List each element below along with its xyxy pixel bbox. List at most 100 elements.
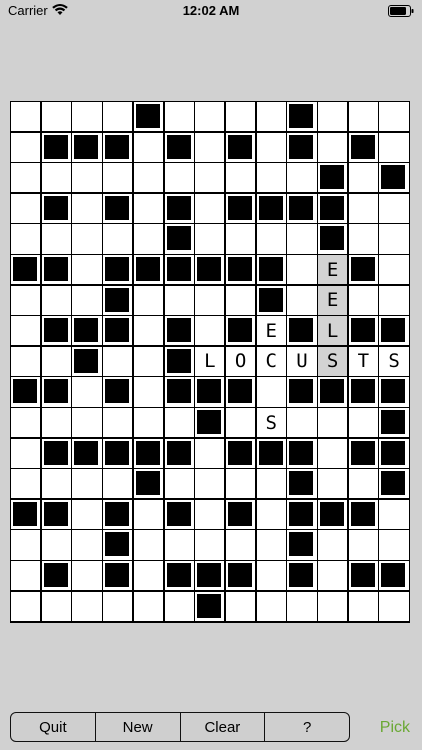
grid-cell-empty[interactable]	[348, 530, 378, 560]
grid-cell-empty[interactable]	[318, 102, 348, 132]
grid-cell-letter[interactable]: L	[195, 346, 225, 376]
grid-cell-empty[interactable]	[72, 163, 102, 193]
grid-cell-empty[interactable]	[41, 163, 71, 193]
grid-cell-empty[interactable]	[164, 469, 194, 499]
grid-cell-empty[interactable]	[72, 530, 102, 560]
grid-cell-empty[interactable]	[379, 132, 409, 162]
grid-cell-empty[interactable]	[256, 530, 286, 560]
grid-cell-empty[interactable]	[11, 438, 41, 468]
grid-cell-empty[interactable]	[41, 469, 71, 499]
grid-cell-empty[interactable]	[225, 408, 256, 438]
grid-cell-empty[interactable]	[195, 224, 225, 254]
grid-cell-empty[interactable]	[133, 346, 164, 376]
grid-cell-empty[interactable]	[133, 499, 164, 529]
grid-cell-empty[interactable]	[11, 102, 41, 132]
grid-cell-empty[interactable]	[11, 346, 41, 376]
help-button[interactable]: ?	[265, 713, 349, 741]
grid-cell-letter[interactable]: S	[379, 346, 409, 376]
grid-cell-empty[interactable]	[103, 224, 133, 254]
grid-cell-empty[interactable]	[72, 377, 102, 407]
grid-cell-empty[interactable]	[41, 408, 71, 438]
grid-cell-empty[interactable]	[256, 132, 286, 162]
grid-cell-empty[interactable]	[133, 377, 164, 407]
grid-cell-empty[interactable]	[348, 469, 378, 499]
grid-cell-empty[interactable]	[11, 193, 41, 223]
grid-cell-empty[interactable]	[379, 224, 409, 254]
grid-cell-empty[interactable]	[348, 408, 378, 438]
grid-cell-empty[interactable]	[11, 316, 41, 346]
grid-cell-empty[interactable]	[41, 102, 71, 132]
grid-cell-empty[interactable]	[164, 591, 194, 621]
grid-cell-empty[interactable]	[195, 469, 225, 499]
grid-cell-empty[interactable]	[11, 163, 41, 193]
grid-cell-empty[interactable]	[318, 530, 348, 560]
grid-cell-empty[interactable]	[103, 346, 133, 376]
grid-cell-empty[interactable]	[41, 346, 71, 376]
grid-cell-empty[interactable]	[318, 469, 348, 499]
grid-cell-empty[interactable]	[41, 285, 71, 315]
grid-cell-empty[interactable]	[11, 561, 41, 591]
grid-cell-empty[interactable]	[133, 224, 164, 254]
grid-cell-empty[interactable]	[318, 561, 348, 591]
grid-cell-empty[interactable]	[195, 102, 225, 132]
grid-cell-empty[interactable]	[133, 530, 164, 560]
grid-cell-empty[interactable]	[103, 469, 133, 499]
grid-cell-letter[interactable]: O	[225, 346, 256, 376]
grid-cell-empty[interactable]	[164, 530, 194, 560]
grid-cell-empty[interactable]	[195, 316, 225, 346]
grid-cell-empty[interactable]	[348, 102, 378, 132]
grid-cell-empty[interactable]	[225, 469, 256, 499]
grid-cell-empty[interactable]	[225, 102, 256, 132]
grid-cell-empty[interactable]	[41, 530, 71, 560]
grid-cell-empty[interactable]	[11, 591, 41, 621]
grid-cell-empty[interactable]	[195, 530, 225, 560]
grid-cell-empty[interactable]	[164, 285, 194, 315]
grid-cell-letter[interactable]: S	[318, 346, 348, 376]
grid-cell-empty[interactable]	[318, 438, 348, 468]
grid-cell-letter[interactable]: E	[318, 285, 348, 315]
grid-cell-empty[interactable]	[318, 132, 348, 162]
grid-cell-letter[interactable]: E	[318, 255, 348, 285]
grid-cell-empty[interactable]	[379, 591, 409, 621]
grid-cell-empty[interactable]	[72, 561, 102, 591]
grid-cell-empty[interactable]	[318, 408, 348, 438]
grid-cell-empty[interactable]	[256, 469, 286, 499]
grid-cell-empty[interactable]	[164, 163, 194, 193]
grid-cell-empty[interactable]	[318, 591, 348, 621]
grid-cell-empty[interactable]	[287, 224, 317, 254]
pick-button[interactable]: Pick	[380, 719, 410, 737]
grid-cell-letter[interactable]: U	[287, 346, 317, 376]
grid-cell-letter[interactable]: S	[256, 408, 286, 438]
grid-cell-empty[interactable]	[225, 224, 256, 254]
grid-cell-empty[interactable]	[195, 193, 225, 223]
grid-cell-empty[interactable]	[41, 224, 71, 254]
grid-cell-empty[interactable]	[133, 316, 164, 346]
grid-cell-empty[interactable]	[225, 530, 256, 560]
grid-cell-empty[interactable]	[256, 377, 286, 407]
grid-cell-empty[interactable]	[11, 408, 41, 438]
grid-cell-empty[interactable]	[103, 163, 133, 193]
grid-cell-empty[interactable]	[256, 224, 286, 254]
grid-cell-empty[interactable]	[72, 193, 102, 223]
grid-cell-empty[interactable]	[103, 591, 133, 621]
grid-cell-empty[interactable]	[287, 163, 317, 193]
grid-cell-empty[interactable]	[72, 285, 102, 315]
grid-cell-empty[interactable]	[164, 102, 194, 132]
grid-cell-empty[interactable]	[225, 285, 256, 315]
grid-cell-empty[interactable]	[225, 591, 256, 621]
grid-cell-empty[interactable]	[348, 285, 378, 315]
grid-cell-empty[interactable]	[103, 408, 133, 438]
grid-cell-empty[interactable]	[195, 499, 225, 529]
grid-cell-empty[interactable]	[72, 224, 102, 254]
grid-cell-empty[interactable]	[379, 530, 409, 560]
grid-cell-empty[interactable]	[348, 163, 378, 193]
grid-cell-empty[interactable]	[133, 132, 164, 162]
grid-cell-empty[interactable]	[287, 408, 317, 438]
grid-cell-empty[interactable]	[133, 285, 164, 315]
grid-cell-empty[interactable]	[133, 408, 164, 438]
grid-cell-letter[interactable]: L	[318, 316, 348, 346]
grid-cell-empty[interactable]	[133, 591, 164, 621]
grid-cell-empty[interactable]	[164, 408, 194, 438]
grid-cell-empty[interactable]	[348, 193, 378, 223]
grid-cell-empty[interactable]	[256, 499, 286, 529]
